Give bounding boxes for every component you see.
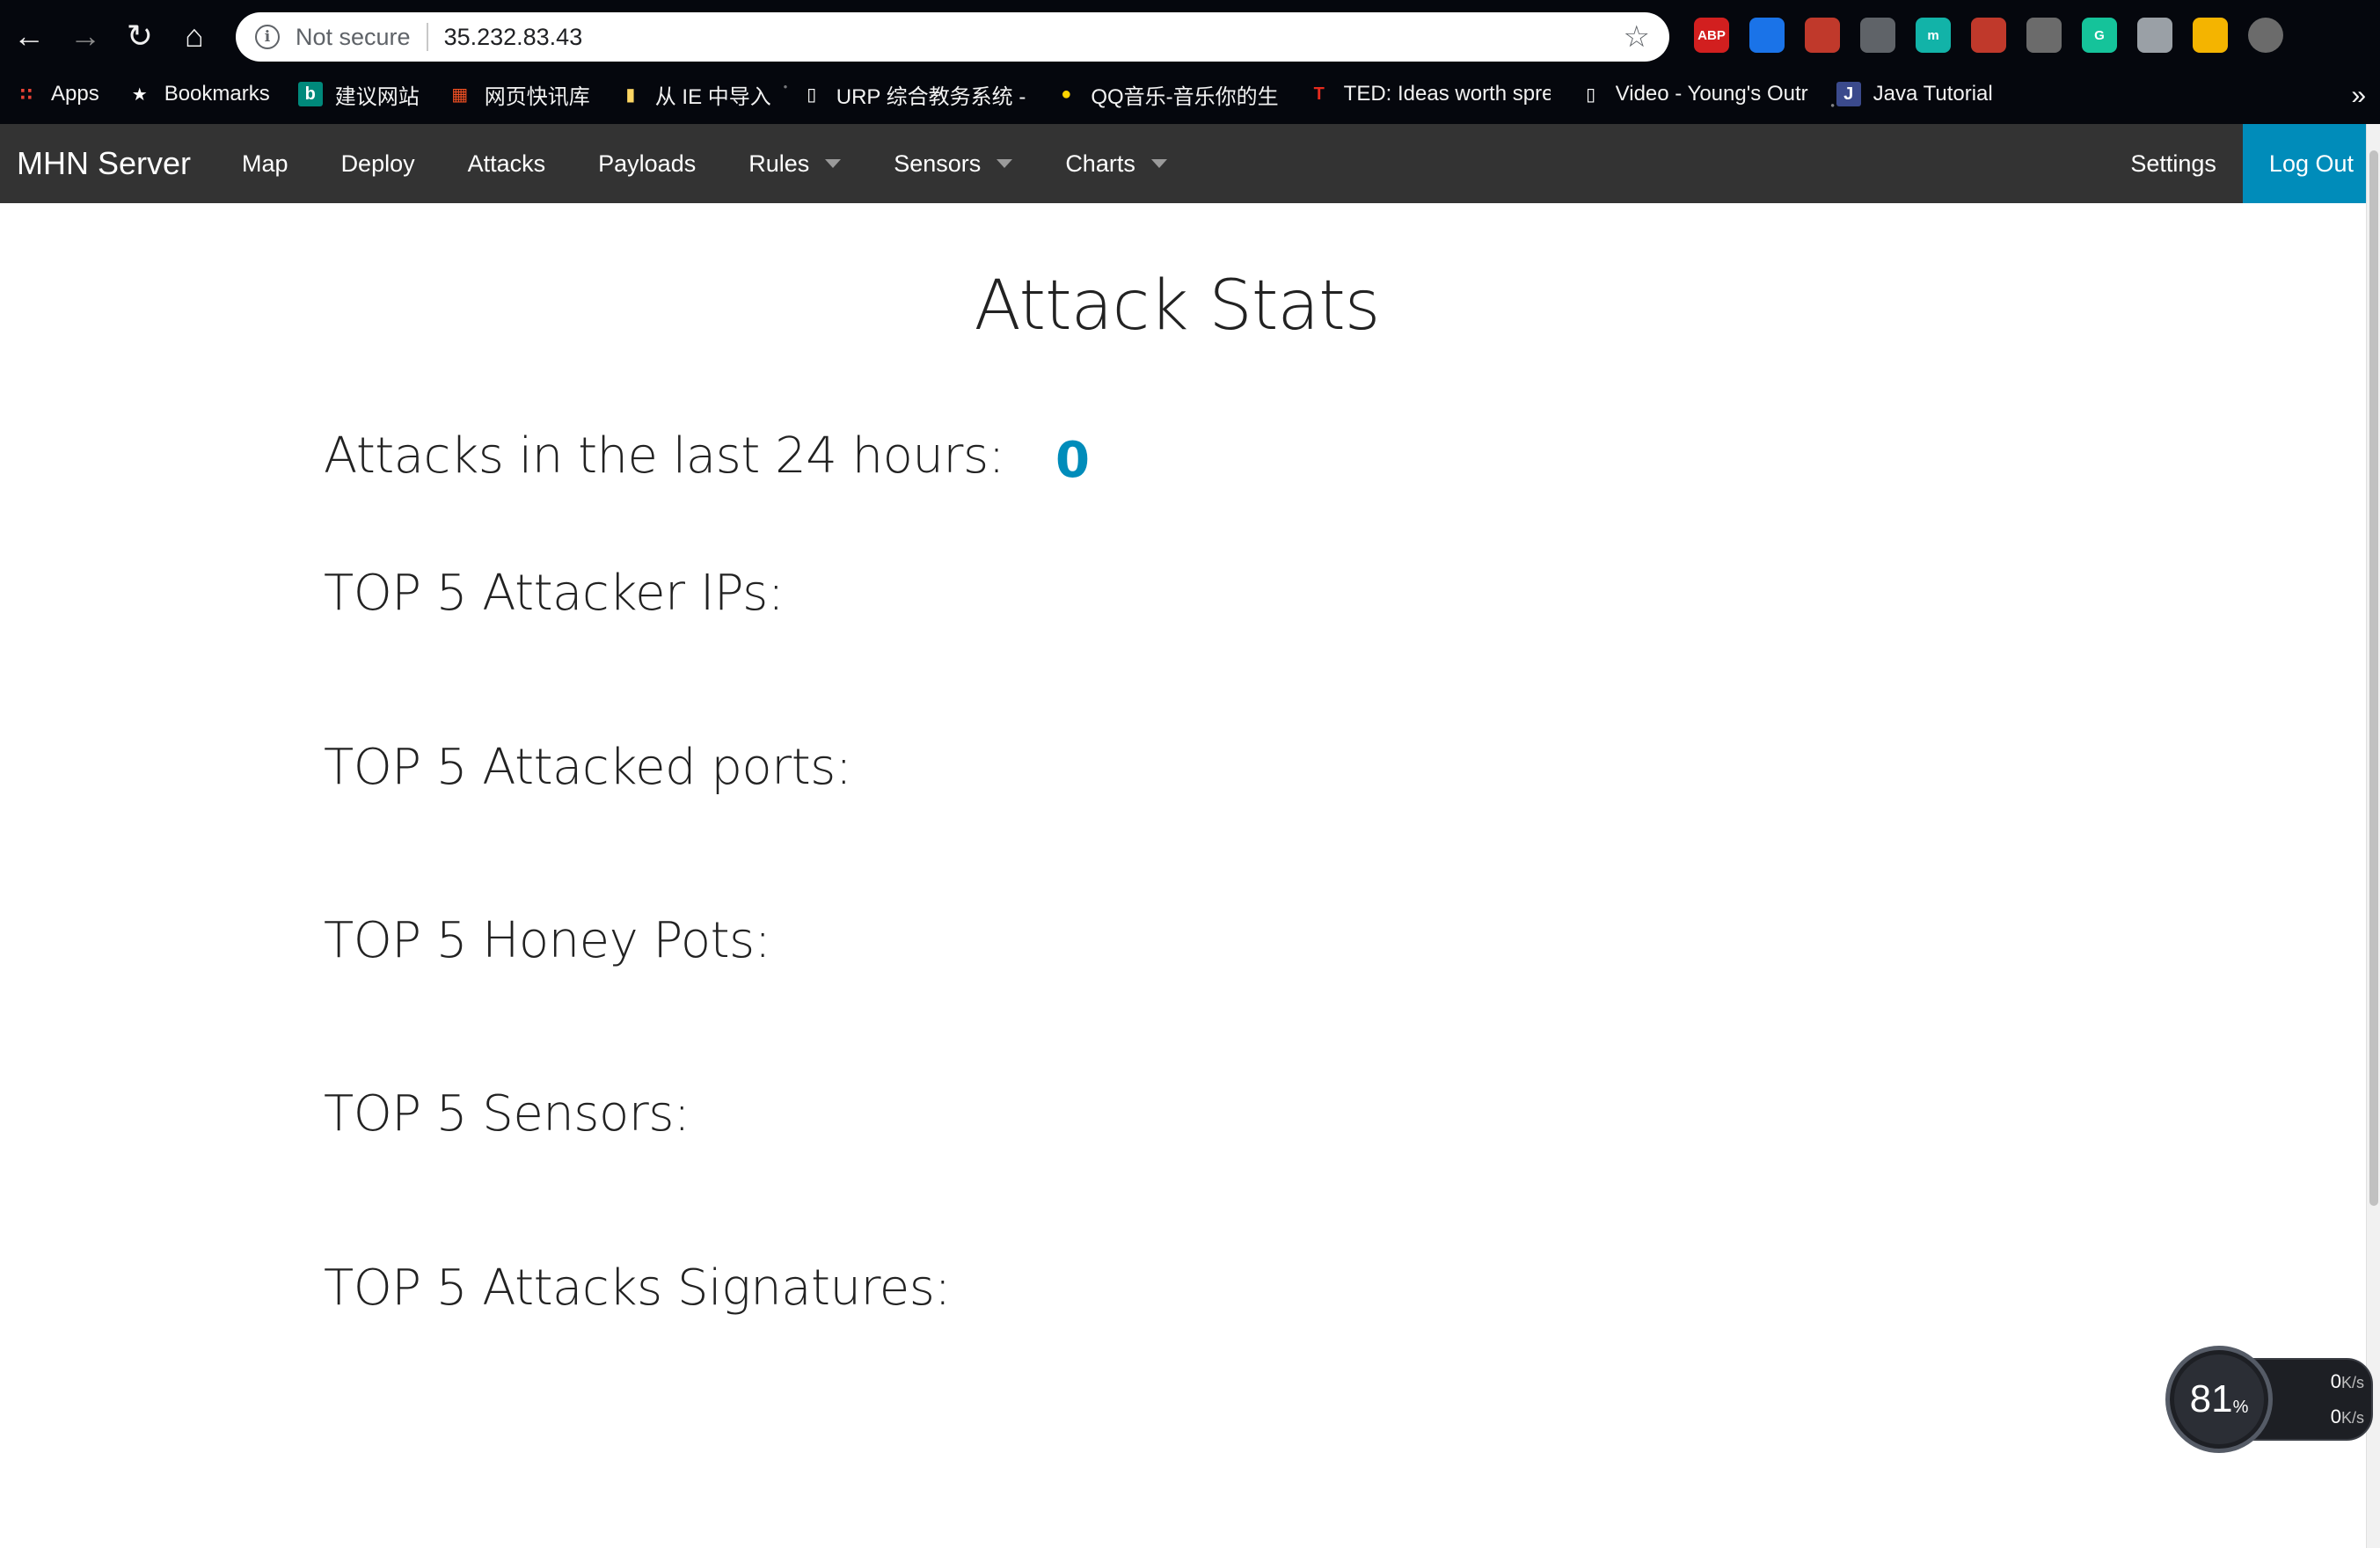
folder-icon: ▮ [625, 84, 636, 105]
microsoft-icon: ▦ [451, 84, 469, 105]
bookmark-label: Java Tutorial [1873, 82, 1993, 106]
colorful-extension-icon[interactable] [2193, 18, 2228, 53]
nav-rules[interactable]: Rules [722, 124, 867, 203]
nav-payloads[interactable]: Payloads [572, 124, 722, 203]
bookmark-label: Apps [51, 82, 99, 106]
pdf-extension-icon[interactable] [2026, 18, 2062, 53]
download-extension-icon[interactable] [1860, 18, 1895, 53]
bookmark-item[interactable]: ▦ 网页快讯库 [448, 79, 590, 110]
ted-icon: T [1313, 84, 1325, 104]
bookmark-label: TED: Ideas worth spre [1343, 82, 1551, 106]
nav-label: Payloads [598, 150, 697, 177]
top-attack-signatures-heading: TOP 5 Attacks Signatures: [324, 1260, 951, 1317]
apps-grid-icon: ∷ [20, 84, 33, 105]
forward-arrow-icon[interactable]: → [65, 16, 106, 56]
attacks-24h-label: Attacks in the last 24 hours: [324, 427, 1004, 485]
top-navbar: MHN Server Map Deploy Attacks Payloads Rules… [0, 124, 2380, 203]
bookmark-item[interactable]: ★ Bookmarks [128, 82, 270, 106]
bookmark-label: Bookmarks [164, 82, 270, 106]
info-icon[interactable]: i [255, 25, 280, 49]
caret-down-icon [1150, 159, 1167, 168]
download-speed-value: 0 [2330, 1406, 2341, 1428]
bookmark-label: 从 IE 中导入 [654, 84, 771, 109]
bookmark-item[interactable]: J Java Tutorial [1836, 82, 1993, 106]
bookmark-item[interactable]: ▯ URP 综合教务系统 - [799, 79, 1026, 110]
back-arrow-icon[interactable]: ← [9, 16, 49, 56]
upload-speed-unit: K/s [2340, 1374, 2364, 1391]
reload-icon[interactable]: ↻ [120, 16, 160, 56]
upload-speed-row: ↑ 0K/s [2259, 1370, 2364, 1393]
nav-attacks[interactable]: Attacks [442, 124, 573, 203]
usage-percent: 81 [2189, 1377, 2233, 1420]
caret-down-icon [997, 159, 1013, 168]
omnibox-divider [426, 23, 428, 51]
nav-label: Deploy [340, 150, 415, 177]
page-scrollbar[interactable] [2366, 124, 2380, 1548]
network-speed-widget[interactable]: ↑ 0K/s ↓ 0K/s 81 % [2165, 1346, 2376, 1453]
nav-label: Map [242, 150, 288, 177]
bookmark-item[interactable]: ▯ Video - Young's Outr [1579, 82, 1808, 106]
java-icon: J [1836, 82, 1861, 106]
nav-deploy[interactable]: Deploy [315, 124, 442, 203]
usage-percent-sign: % [2232, 1397, 2249, 1417]
profile-avatar-icon[interactable] [2248, 18, 2283, 53]
top-sensors-heading: TOP 5 Sensors: [324, 1085, 690, 1143]
ublock-icon[interactable] [1805, 18, 1840, 53]
page-title: Attack Stats [974, 267, 1381, 346]
grammarly-icon[interactable]: G [2082, 18, 2117, 53]
bookmarks-bar: ∷ Apps ★ Bookmarks b 建议网站 ▦ 网页快讯库 ▮ 从 IE 中导入 ▯ URP … [0, 72, 2380, 116]
bookmark-star-icon[interactable]: ☆ [1624, 19, 1650, 55]
bookmark-item[interactable]: T TED: Ideas worth spre [1307, 82, 1551, 106]
download-speed-unit: K/s [2340, 1409, 2364, 1427]
memory-usage-dial[interactable]: 81 % [2165, 1346, 2273, 1453]
top-honey-pots-heading: TOP 5 Honey Pots: [324, 912, 771, 969]
top-attacked-ports-heading: TOP 5 Attacked ports: [324, 739, 852, 796]
bookmark-label: Video - Young's Outr [1615, 82, 1808, 106]
home-icon[interactable]: ⌂ [174, 16, 215, 56]
bookmark-item[interactable]: ∷ Apps [14, 82, 99, 106]
nav-menu: Map Deploy Attacks Payloads Rules Sensors Char… [215, 124, 1194, 203]
star-icon: ★ [131, 84, 148, 105]
bookmark-label: 建议网站 [334, 84, 420, 109]
book-extension-icon[interactable] [1971, 18, 2006, 53]
brand-logo[interactable]: MHN Server [0, 124, 215, 203]
url-text[interactable]: 35.232.83.43 [444, 24, 1624, 51]
nav-label: Charts [1065, 150, 1135, 177]
logout-button[interactable]: Log Out [2242, 124, 2380, 203]
bookmark-item[interactable]: ▮ 从 IE 中导入 [618, 79, 771, 110]
nav-sensors[interactable]: Sensors [867, 124, 1039, 203]
upload-speed-value: 0 [2330, 1370, 2341, 1392]
qq-music-icon: ● [1061, 84, 1072, 104]
download-speed-row: ↓ 0K/s [2259, 1406, 2364, 1428]
top-attacker-ips-heading: TOP 5 Attacker IPs: [324, 565, 785, 622]
chat-extension-icon[interactable] [2137, 18, 2172, 53]
page-icon: ▯ [1586, 84, 1596, 105]
settings-link[interactable]: Settings [2104, 124, 2243, 203]
nav-charts[interactable]: Charts [1039, 124, 1194, 203]
bookmark-label: URP 综合教务系统 - [836, 84, 1026, 109]
main-content: Attack Stats Attacks in the last 24 hour… [0, 203, 2366, 1548]
attacks-24h-count: 0 [1055, 432, 1090, 489]
bing-icon: b [297, 82, 323, 106]
address-bar[interactable]: i Not secure 35.232.83.43 ☆ [236, 12, 1669, 62]
bookmark-item[interactable]: b 建议网站 [297, 79, 420, 110]
browser-chrome: ← → ↻ ⌂ i Not secure 35.232.83.43 ☆ ABP m… [0, 0, 2380, 124]
caret-down-icon [825, 159, 842, 168]
bookmark-label: QQ音乐-音乐你的生 [1091, 84, 1279, 109]
bookmark-label: 网页快讯库 [484, 84, 590, 109]
security-label[interactable]: Not secure [296, 24, 411, 51]
bookmarks-overflow-icon[interactable]: » [2351, 81, 2366, 111]
nav-label: Rules [748, 150, 810, 177]
translate-extension-icon[interactable] [1749, 18, 1785, 53]
adblock-plus-icon[interactable]: ABP [1694, 18, 1729, 53]
nav-label: Sensors [894, 150, 982, 177]
scrollbar-thumb[interactable] [2369, 150, 2378, 1206]
navbar-spacer [1194, 124, 2105, 203]
m-extension-icon[interactable]: m [1916, 18, 1951, 53]
page-icon: ▯ [807, 84, 817, 105]
nav-label: Attacks [467, 150, 546, 177]
nav-map[interactable]: Map [215, 124, 315, 203]
bookmark-item[interactable]: ● QQ音乐-音乐你的生 [1054, 79, 1278, 110]
